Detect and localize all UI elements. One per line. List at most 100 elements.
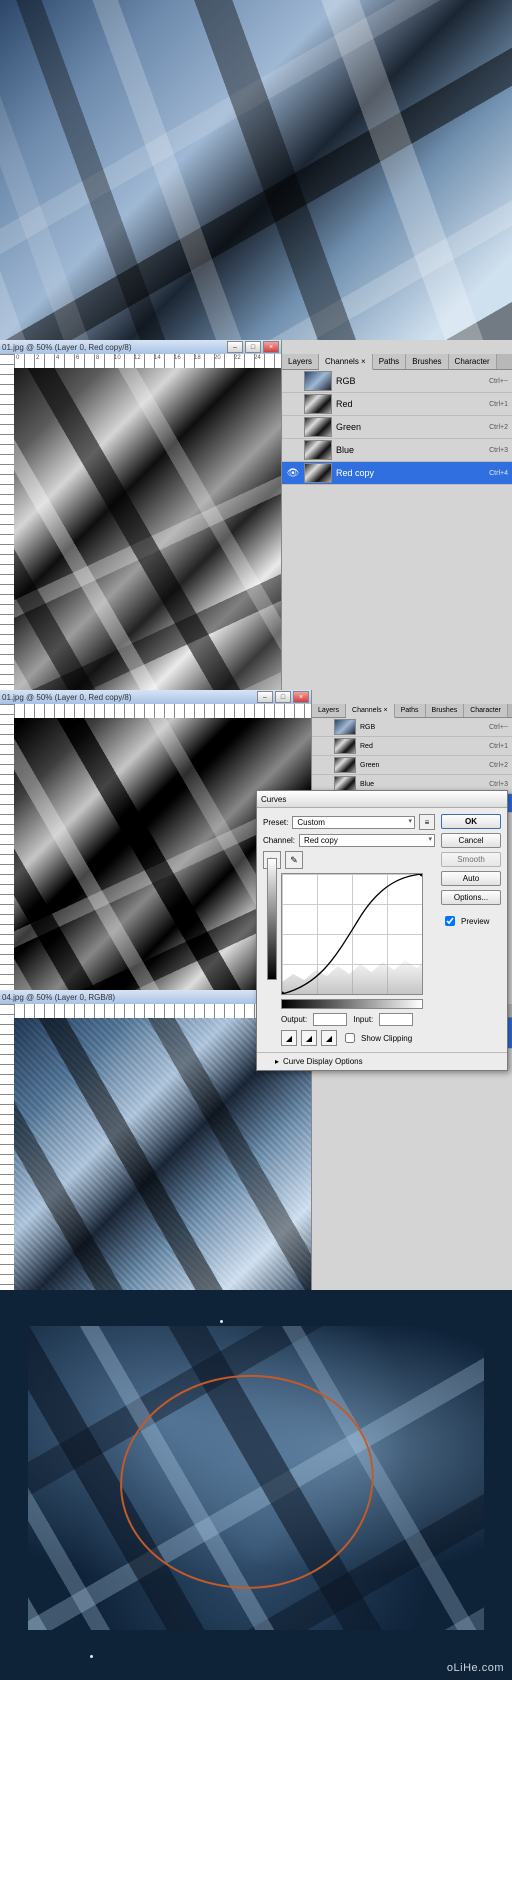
input-gradient: [281, 999, 423, 1009]
black-point-eyedropper-icon[interactable]: ◢: [281, 1030, 297, 1046]
curves-left: Preset: Custom ≡ Channel: Red copy ∿ ✎: [263, 814, 435, 1046]
tab-channels[interactable]: Channels ×: [319, 354, 373, 370]
tab-paths[interactable]: Paths: [373, 354, 406, 369]
ruler-vertical: [0, 1004, 15, 1290]
cancel-button[interactable]: Cancel: [441, 833, 501, 848]
gray-point-eyedropper-icon[interactable]: ◢: [301, 1030, 317, 1046]
channel-blue[interactable]: Blue Ctrl+3: [282, 439, 512, 462]
curve-display-options-disclosure[interactable]: ▸ Curve Display Options: [257, 1052, 507, 1070]
document-titlebar: 01.jpg @ 50% (Layer 0, Red copy/8) – □ ×: [0, 690, 311, 705]
document-title: 04.jpg @ 50% (Layer 0, RGB/8): [2, 993, 115, 1002]
channel-label: Red: [336, 399, 485, 409]
channel-shortcut: Ctrl+2: [489, 762, 508, 769]
show-clipping-check[interactable]: Show Clipping: [341, 1030, 412, 1046]
panel-tabs: Layers Channels × Paths Brushes Characte…: [282, 354, 512, 370]
visibility-icon[interactable]: [316, 758, 330, 772]
tab-layers[interactable]: Layers: [312, 704, 346, 717]
window-controls: – □ ×: [227, 341, 279, 353]
channel-label: RGB: [360, 724, 485, 731]
canvas-image-bw: [14, 368, 281, 690]
channel-thumb: [304, 417, 332, 437]
document-title: 01.jpg @ 50% (Layer 0, Red copy/8): [2, 343, 132, 352]
curves-dialog[interactable]: Curves Preset: Custom ≡ Channel: Red cop…: [256, 790, 508, 1071]
channel-select[interactable]: Red copy: [299, 834, 435, 847]
tab-character[interactable]: Character: [464, 704, 508, 717]
visibility-icon[interactable]: [286, 443, 300, 457]
curve-pencil-mode-icon[interactable]: ✎: [285, 851, 303, 869]
tab-layers[interactable]: Layers: [282, 354, 319, 369]
visibility-icon[interactable]: [286, 420, 300, 434]
input-field[interactable]: [379, 1013, 413, 1026]
ice-photograph: [0, 0, 512, 340]
show-clipping-checkbox[interactable]: [345, 1033, 355, 1043]
preview-check[interactable]: Preview: [441, 913, 501, 929]
visibility-icon[interactable]: 👁: [286, 466, 300, 480]
ok-button[interactable]: OK: [441, 814, 501, 829]
channel-rgb[interactable]: RGB Ctrl+~: [312, 718, 512, 737]
preset-label: Preset:: [263, 818, 288, 827]
curves-body: Preset: Custom ≡ Channel: Red copy ∿ ✎: [257, 808, 507, 1052]
channel-thumb: [304, 440, 332, 460]
ruler-horizontal: [14, 704, 311, 719]
tab-channels[interactable]: Channels ×: [346, 704, 395, 718]
channel-shortcut: Ctrl+4: [489, 470, 508, 477]
visibility-icon[interactable]: [286, 374, 300, 388]
visibility-icon[interactable]: [316, 739, 330, 753]
visibility-icon[interactable]: [286, 397, 300, 411]
channel-green[interactable]: Green Ctrl+2: [282, 416, 512, 439]
channel-shortcut: Ctrl+1: [489, 743, 508, 750]
channel-thumb: [304, 371, 332, 391]
canvas-area: 01.jpg @ 50% (Layer 0, Red copy/8) – □ ×…: [0, 340, 281, 690]
channel-label: Green: [336, 422, 485, 432]
maximize-button[interactable]: □: [245, 341, 261, 353]
channel-green[interactable]: Green Ctrl+2: [312, 756, 512, 775]
ruler-vertical: [0, 354, 15, 690]
curves-title-label: Curves: [261, 795, 286, 804]
canvas[interactable]: [14, 368, 281, 690]
output-label: Output:: [281, 1015, 307, 1024]
document-titlebar: 01.jpg @ 50% (Layer 0, Red copy/8) – □ ×: [0, 340, 281, 355]
options-button[interactable]: Options...: [441, 890, 501, 905]
channel-red[interactable]: Red Ctrl+1: [282, 393, 512, 416]
channel-label: Blue: [336, 445, 485, 455]
channel-shortcut: Ctrl+~: [489, 378, 508, 385]
tab-character[interactable]: Character: [449, 354, 497, 369]
close-button[interactable]: ×: [293, 691, 309, 703]
white-point-eyedropper-icon[interactable]: ◢: [321, 1030, 337, 1046]
close-button[interactable]: ×: [263, 341, 279, 353]
step-result-composite: oLiHe.com: [0, 1290, 512, 1680]
auto-button[interactable]: Auto: [441, 871, 501, 886]
tab-brushes[interactable]: Brushes: [406, 354, 448, 369]
step-source-photo: [0, 0, 512, 340]
channel-thumb: [334, 757, 356, 773]
channel-shortcut: Ctrl+~: [489, 724, 508, 731]
curves-titlebar[interactable]: Curves: [257, 791, 507, 808]
channel-label: Red copy: [336, 468, 485, 478]
channel-red[interactable]: Red Ctrl+1: [312, 737, 512, 756]
channel-thumb: [304, 463, 332, 483]
channel-red-copy[interactable]: 👁 Red copy Ctrl+4: [282, 462, 512, 485]
preview-checkbox[interactable]: [445, 916, 455, 926]
tab-paths[interactable]: Paths: [395, 704, 426, 717]
curve-line: [282, 874, 422, 994]
tab-brushes[interactable]: Brushes: [426, 704, 465, 717]
visibility-icon[interactable]: [316, 777, 330, 791]
channel-rgb[interactable]: RGB Ctrl+~: [282, 370, 512, 393]
minimize-button[interactable]: –: [227, 341, 243, 353]
document-title: 01.jpg @ 50% (Layer 0, Red copy/8): [2, 693, 132, 702]
channels-panel: Layers Channels × Paths Brushes Characte…: [281, 340, 512, 690]
watermark-text: oLiHe.com: [447, 1662, 504, 1674]
preset-menu-icon[interactable]: ≡: [419, 814, 435, 830]
step-curves-dialog: 01.jpg @ 50% (Layer 0, Red copy/8) – □ ×…: [0, 690, 512, 990]
curve-graph[interactable]: [281, 873, 423, 995]
output-field[interactable]: [313, 1013, 347, 1026]
channel-shortcut: Ctrl+2: [489, 424, 508, 431]
preset-select[interactable]: Custom: [292, 816, 415, 829]
smooth-button[interactable]: Smooth: [441, 852, 501, 867]
channel-shortcut: Ctrl+3: [489, 447, 508, 454]
channel-shortcut: Ctrl+3: [489, 781, 508, 788]
channel-list: RGB Ctrl+~ Red Ctrl+1 Green Ctrl+2 Blue …: [282, 370, 512, 690]
minimize-button[interactable]: –: [257, 691, 273, 703]
maximize-button[interactable]: □: [275, 691, 291, 703]
visibility-icon[interactable]: [316, 720, 330, 734]
